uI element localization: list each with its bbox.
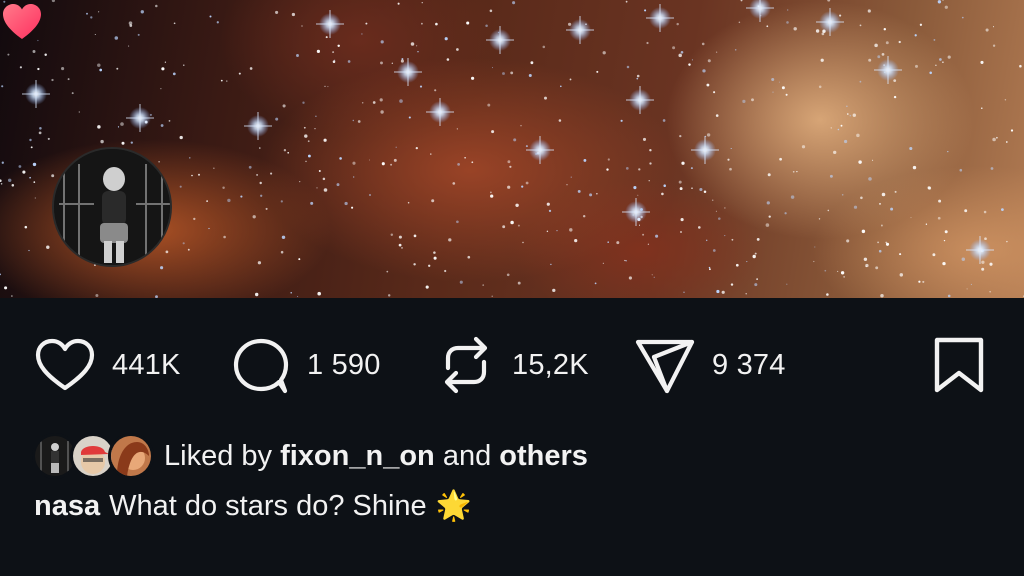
bookmark-icon xyxy=(934,337,984,393)
save-button[interactable] xyxy=(932,330,986,400)
like-button[interactable]: 441K xyxy=(34,330,181,400)
comment-bubble-icon xyxy=(233,338,289,394)
share-count: 9 374 xyxy=(712,348,786,381)
repost-count: 15,2K xyxy=(512,348,589,381)
liked-by-text: Liked by fixon_n_on and others xyxy=(164,439,588,472)
repost-icon xyxy=(444,336,488,394)
liked-by-row[interactable]: Liked by fixon_n_on and others xyxy=(32,430,588,482)
post-caption: nasa What do stars do? Shine 🌟 xyxy=(34,484,472,528)
heart-icon xyxy=(3,4,41,39)
like-count: 441K xyxy=(112,348,181,381)
liker-avatar xyxy=(108,433,154,479)
caption-username[interactable]: nasa xyxy=(34,490,100,523)
avatar-photo xyxy=(54,149,170,265)
share-button[interactable]: 9 374 xyxy=(634,330,786,400)
liker-avatars xyxy=(32,432,154,480)
comment-button[interactable]: 1 590 xyxy=(231,330,381,400)
liker-username[interactable]: fixon_n_on xyxy=(280,440,435,472)
post-image[interactable] xyxy=(0,0,1024,298)
caption-text: What do stars do? Shine xyxy=(109,489,427,522)
comment-count: 1 590 xyxy=(307,348,381,381)
likers-others-link[interactable]: others xyxy=(499,440,588,472)
repost-button[interactable]: 15,2K xyxy=(436,330,589,400)
author-avatar[interactable] xyxy=(52,147,172,267)
star-emoji: 🌟 xyxy=(435,490,472,522)
heart-outline-icon xyxy=(35,338,95,391)
send-icon xyxy=(635,339,695,394)
action-bar: 441K 1 590 15,2K 9 374 xyxy=(0,330,1024,400)
